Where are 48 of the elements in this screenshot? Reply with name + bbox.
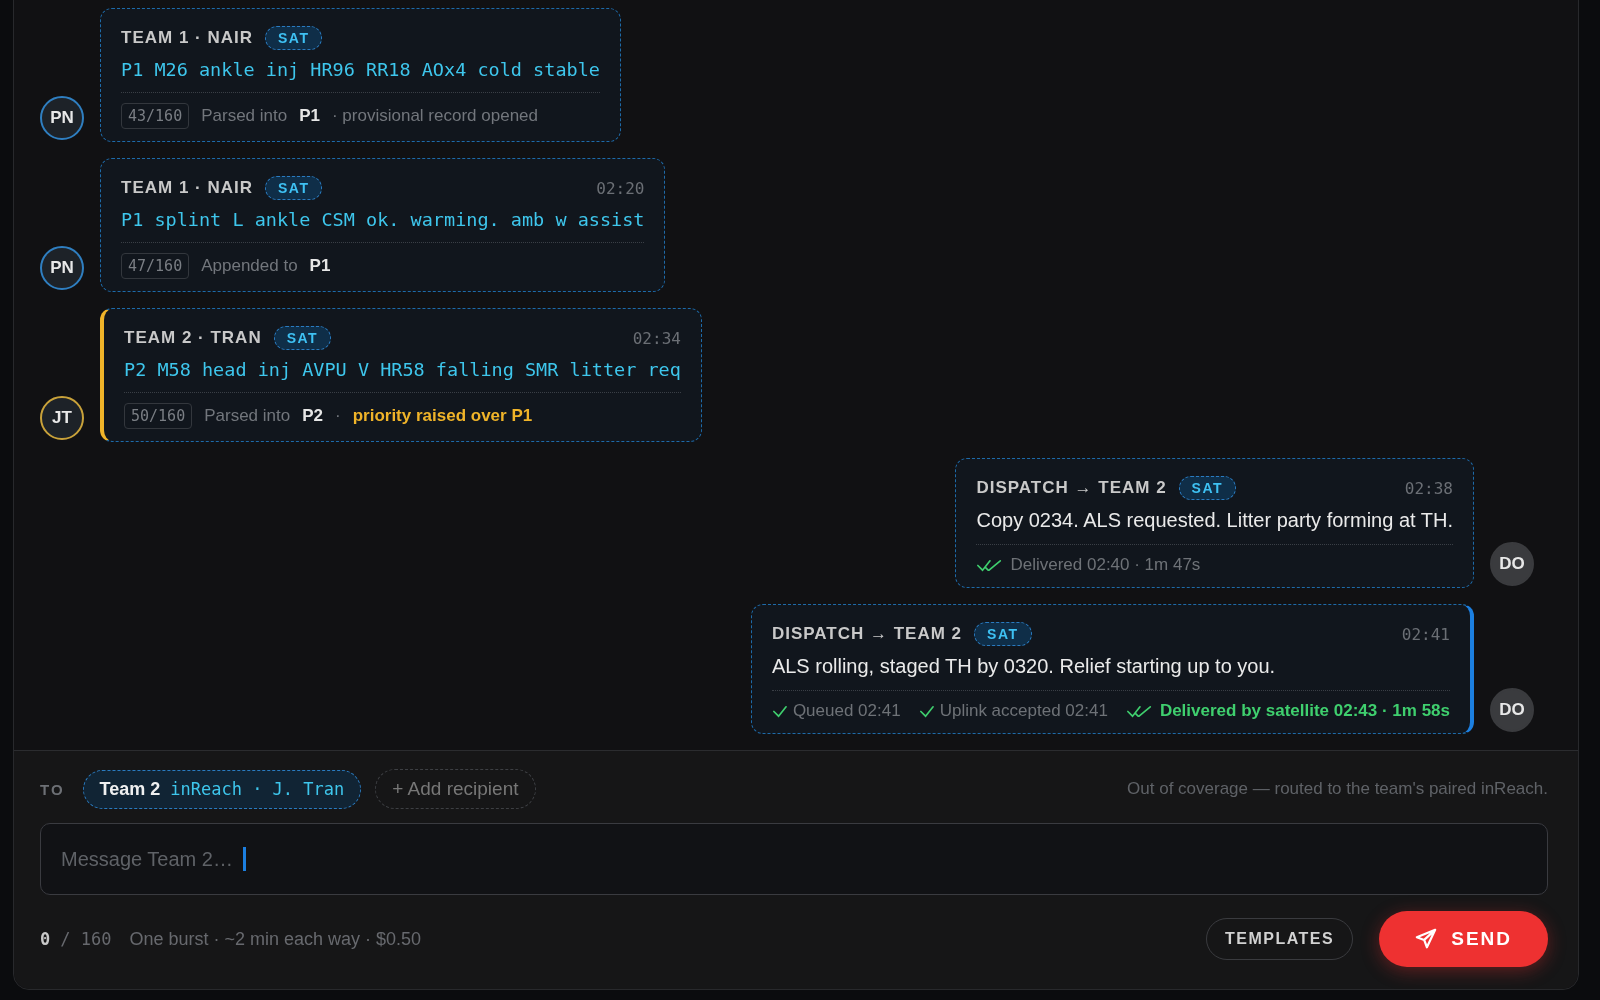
coverage-note: Out of coverage — routed to the team's paired inReach. [1127,779,1548,799]
char-count: 47/160 [121,253,190,279]
send-button[interactable]: SEND [1379,911,1548,967]
parse-note: Parsed into [201,106,288,126]
timestamp: 02:41 [1400,624,1450,644]
record-ref: P1 [309,256,331,276]
sender-label: TEAM 1 · NAIR [121,28,253,48]
delivery-status: Delivered 02:40 · 1m 47s [976,555,1201,575]
message-text: P2 M58 head inj AVPU V HR58 falling SMR litter req [124,359,681,393]
sender-label: TEAM 1 · NAIR [121,178,253,198]
parse-note: Appended to [201,256,298,276]
sender-label: TEAM 2 · TRAN [124,328,262,348]
message-field[interactable]: Message Team 2… [40,823,1548,895]
avatar: PN [40,246,84,290]
delivery-status: Uplink accepted 02:41 [918,701,1108,721]
avatar: PN [40,96,84,140]
sender-label: DISPATCH → TEAM 2 [976,478,1167,498]
priority-note: priority raised over P1 [352,406,533,426]
avatar: JT [40,396,84,440]
parse-note: · provisional record opened [332,106,538,126]
char-count: 50/160 [124,403,193,429]
record-ref: P2 [302,406,323,426]
char-count: 43/160 [121,103,190,129]
timestamp: 02:38 [1403,478,1453,498]
message-text: P1 M26 ankle inj HR96 RR18 AOx4 cold stable [121,59,600,93]
channel-badge: SAT [265,26,323,50]
avatar: DO [1490,688,1534,732]
channel-badge: SAT [1178,476,1237,500]
timestamp: 02:20 [595,178,645,198]
cost-note: One burst · ~2 min each way · $0.50 [129,928,422,950]
channel-badge: SAT [974,622,1032,646]
delivery-status: Delivered by satellite 02:43 · 1m 58s [1125,701,1450,721]
delivery-status: Queued 02:41 [771,701,901,721]
parse-note: · [335,406,341,426]
char-count: 0 [40,929,51,949]
recipient-chip[interactable]: Team 2 inReach · J. Tran [82,769,362,809]
to-label: TO [40,780,65,798]
record-ref: P1 [299,106,320,126]
timestamp: 02:34 [631,328,681,348]
channel-badge: SAT [265,176,323,200]
message-text: Copy 0234. ALS requested. Litter party forming at TH. [976,509,1453,545]
message-text: P1 splint L ankle CSM ok. warming. amb w assist [121,209,645,243]
parse-note: Parsed into [204,406,291,426]
sender-label: DISPATCH → TEAM 2 [771,624,963,644]
message-text: ALS rolling, staged TH by 0320. Relief starting up to you. [771,655,1450,691]
channel-badge: SAT [273,326,332,350]
char-limit: / 160 [60,929,112,949]
avatar: DO [1490,542,1534,586]
